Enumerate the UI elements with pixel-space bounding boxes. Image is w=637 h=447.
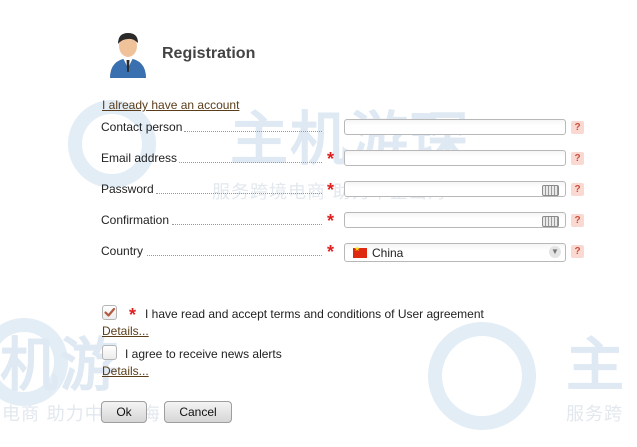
password-label: Password: [101, 182, 154, 196]
email-required-mark: *: [327, 149, 335, 169]
email-leader: [179, 162, 322, 163]
email-help-icon[interactable]: ?: [571, 152, 584, 165]
check-icon: [104, 307, 116, 317]
watermark-circle: [68, 100, 156, 188]
email-label: Email address: [101, 151, 178, 165]
page-title: Registration: [162, 45, 256, 62]
confirmation-input[interactable]: [344, 212, 566, 228]
country-required-mark: *: [327, 242, 335, 262]
chevron-down-icon: ▼: [549, 246, 561, 258]
contact-person-help-icon[interactable]: ?: [571, 121, 584, 134]
already-have-account-link[interactable]: I already have an account: [102, 98, 239, 112]
country-select[interactable]: China ▼: [344, 243, 566, 262]
news-details-link[interactable]: Details...: [102, 364, 149, 378]
watermark-circle-left: [0, 318, 68, 406]
contact-person-input[interactable]: [344, 119, 566, 135]
password-input[interactable]: [344, 181, 566, 197]
country-help-icon[interactable]: ?: [571, 245, 584, 258]
password-required-mark: *: [327, 180, 335, 200]
country-label: Country: [101, 244, 144, 258]
terms-required-mark: *: [129, 305, 137, 325]
watermark-circle-right: [428, 322, 536, 430]
virtual-keyboard-icon[interactable]: [542, 216, 559, 227]
terms-label: I have read and accept terms and conditi…: [145, 307, 484, 321]
country-selected-value: China: [372, 246, 404, 260]
confirmation-label: Confirmation: [101, 213, 170, 227]
watermark-slogan-right: 服务跨: [566, 404, 623, 425]
country-leader: [147, 255, 322, 256]
confirmation-leader: [172, 224, 322, 225]
contact-person-leader: [184, 131, 322, 132]
confirmation-required-mark: *: [327, 211, 335, 231]
watermark-brand-right: 主: [566, 331, 627, 399]
cancel-button[interactable]: Cancel: [164, 401, 232, 423]
password-leader: [156, 193, 322, 194]
terms-checkbox[interactable]: [102, 305, 117, 320]
virtual-keyboard-icon[interactable]: [542, 185, 559, 196]
ok-button[interactable]: Ok: [101, 401, 147, 423]
china-flag-icon: [353, 245, 367, 258]
password-help-icon[interactable]: ?: [571, 183, 584, 196]
news-alerts-label: I agree to receive news alerts: [125, 347, 282, 361]
contact-person-label: Contact person: [101, 120, 183, 134]
news-alerts-checkbox[interactable]: [102, 345, 117, 360]
user-avatar-icon: [106, 28, 150, 78]
confirmation-help-icon[interactable]: ?: [571, 214, 584, 227]
terms-details-link[interactable]: Details...: [102, 324, 149, 338]
email-input[interactable]: [344, 150, 566, 166]
